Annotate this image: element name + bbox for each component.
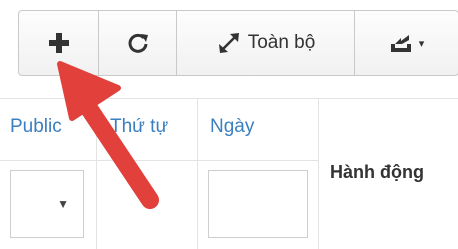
- toolbar: Toàn bộ ▾: [18, 10, 458, 76]
- public-filter-select[interactable]: ▼: [10, 170, 84, 238]
- filter-row-border: [0, 160, 318, 161]
- add-button[interactable]: [19, 11, 99, 75]
- plus-icon: [48, 33, 69, 53]
- refresh-icon: [128, 33, 148, 53]
- chevron-down-icon: ▾: [418, 37, 425, 50]
- column-divider: [318, 99, 319, 249]
- expand-icon: [218, 33, 239, 53]
- select-caret-icon: ▼: [57, 197, 69, 211]
- column-divider: [197, 99, 198, 249]
- column-divider: [96, 99, 97, 249]
- export-icon: [390, 35, 411, 52]
- refresh-button[interactable]: [99, 11, 177, 75]
- column-header-order[interactable]: Thứ tự: [110, 116, 168, 138]
- export-dropdown-button[interactable]: ▾: [355, 11, 458, 75]
- show-all-label: Toàn bộ: [247, 32, 316, 53]
- show-all-button[interactable]: Toàn bộ: [177, 11, 355, 75]
- date-filter-input[interactable]: [208, 170, 308, 238]
- column-header-date[interactable]: Ngày: [210, 116, 254, 138]
- column-header-public[interactable]: Public: [10, 116, 62, 138]
- column-header-actions: Hành động: [330, 162, 424, 182]
- table-header-border: [0, 98, 458, 99]
